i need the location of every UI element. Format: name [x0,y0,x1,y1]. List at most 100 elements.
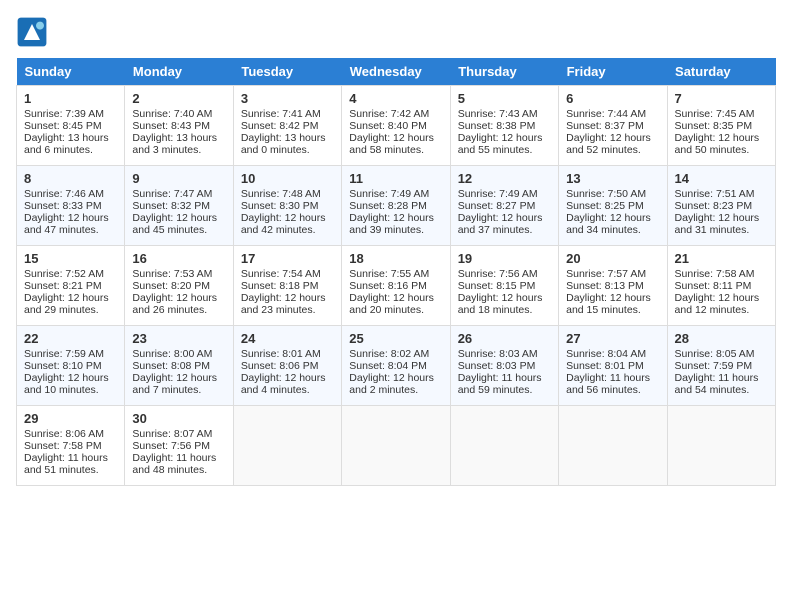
daylight-text: Daylight: 12 hours and 4 minutes. [241,372,326,396]
calendar-cell: 9 Sunrise: 7:47 AMSunset: 8:32 PMDaylight… [125,166,233,246]
sunrise-text: Sunrise: 7:47 AM [132,188,212,200]
calendar-cell: 25Sunrise: 8:02 AMSunset: 8:04 PMDayligh… [342,326,450,406]
calendar-cell [559,406,667,486]
sunset-text: Sunset: 8:23 PM [675,200,753,212]
calendar-cell: 8Sunrise: 7:46 AMSunset: 8:33 PMDaylight… [17,166,125,246]
day-number: 9 [132,171,225,186]
sunset-text: Sunset: 8:01 PM [566,360,644,372]
day-number: 1 [24,91,117,106]
col-wednesday: Wednesday [342,58,450,86]
daylight-text: Daylight: 13 hours and 6 minutes. [24,132,109,156]
sunset-text: Sunset: 8:13 PM [566,280,644,292]
calendar-cell: 15 Sunrise: 7:52 AMSunset: 8:21 PMDayligh… [17,246,125,326]
sunrise-text: Sunrise: 7:44 AM [566,108,646,120]
daylight-text: Daylight: 12 hours and 18 minutes. [458,292,543,316]
daylight-text: Daylight: 11 hours and 59 minutes. [458,372,542,396]
day-number: 10 [241,171,334,186]
sunrise-text: Sunrise: 7:39 AM [24,108,104,120]
daylight-text: Daylight: 12 hours and 45 minutes. [132,212,217,236]
sunrise-text: Sunrise: 8:06 AM [24,428,104,440]
calendar-cell: 13 Sunrise: 7:50 AMSunset: 8:25 PMDayligh… [559,166,667,246]
calendar-cell: 29Sunrise: 8:06 AMSunset: 7:58 PMDayligh… [17,406,125,486]
sunset-text: Sunset: 8:18 PM [241,280,319,292]
day-number: 5 [458,91,551,106]
daylight-text: Daylight: 12 hours and 34 minutes. [566,212,651,236]
sunset-text: Sunset: 8:16 PM [349,280,427,292]
sunrise-text: Sunrise: 7:57 AM [566,268,646,280]
sunrise-text: Sunrise: 7:46 AM [24,188,104,200]
col-sunday: Sunday [17,58,125,86]
calendar-cell: 6 Sunrise: 7:44 AMSunset: 8:37 PMDaylight… [559,86,667,166]
sunrise-text: Sunrise: 8:05 AM [675,348,755,360]
day-number: 20 [566,251,659,266]
daylight-text: Daylight: 12 hours and 55 minutes. [458,132,543,156]
col-tuesday: Tuesday [233,58,341,86]
day-number: 7 [675,91,768,106]
calendar-cell: 7Sunrise: 7:45 AMSunset: 8:35 PMDaylight… [667,86,775,166]
sunset-text: Sunset: 8:03 PM [458,360,536,372]
daylight-text: Daylight: 12 hours and 20 minutes. [349,292,434,316]
sunrise-text: Sunrise: 8:00 AM [132,348,212,360]
col-saturday: Saturday [667,58,775,86]
sunset-text: Sunset: 8:30 PM [241,200,319,212]
sunset-text: Sunset: 8:45 PM [24,120,102,132]
sunrise-text: Sunrise: 7:41 AM [241,108,321,120]
calendar-cell [450,406,558,486]
day-number: 15 [24,251,117,266]
calendar-cell: 26Sunrise: 8:03 AMSunset: 8:03 PMDayligh… [450,326,558,406]
sunrise-text: Sunrise: 7:50 AM [566,188,646,200]
calendar-cell [342,406,450,486]
calendar-cell: 20Sunrise: 7:57 AMSunset: 8:13 PMDayligh… [559,246,667,326]
sunrise-text: Sunrise: 7:55 AM [349,268,429,280]
daylight-text: Daylight: 12 hours and 23 minutes. [241,292,326,316]
day-number: 24 [241,331,334,346]
sunset-text: Sunset: 8:38 PM [458,120,536,132]
daylight-text: Daylight: 12 hours and 52 minutes. [566,132,651,156]
calendar-cell: 23Sunrise: 8:00 AMSunset: 8:08 PMDayligh… [125,326,233,406]
sunrise-text: Sunrise: 8:02 AM [349,348,429,360]
daylight-text: Daylight: 12 hours and 58 minutes. [349,132,434,156]
calendar-cell: 4Sunrise: 7:42 AMSunset: 8:40 PMDaylight… [342,86,450,166]
day-number: 22 [24,331,117,346]
sunset-text: Sunset: 8:11 PM [675,280,752,292]
sunrise-text: Sunrise: 7:40 AM [132,108,212,120]
day-number: 18 [349,251,442,266]
day-number: 21 [675,251,768,266]
sunrise-text: Sunrise: 7:42 AM [349,108,429,120]
sunset-text: Sunset: 8:21 PM [24,280,102,292]
sunset-text: Sunset: 8:04 PM [349,360,427,372]
daylight-text: Daylight: 12 hours and 2 minutes. [349,372,434,396]
sunrise-text: Sunrise: 7:49 AM [349,188,429,200]
sunset-text: Sunset: 8:32 PM [132,200,210,212]
daylight-text: Daylight: 12 hours and 10 minutes. [24,372,109,396]
day-number: 13 [566,171,659,186]
col-friday: Friday [559,58,667,86]
daylight-text: Daylight: 11 hours and 48 minutes. [132,452,216,476]
sunset-text: Sunset: 8:37 PM [566,120,644,132]
calendar-cell: 14Sunrise: 7:51 AMSunset: 8:23 PMDayligh… [667,166,775,246]
daylight-text: Daylight: 12 hours and 37 minutes. [458,212,543,236]
daylight-text: Daylight: 12 hours and 29 minutes. [24,292,109,316]
sunrise-text: Sunrise: 7:59 AM [24,348,104,360]
calendar-cell: 19Sunrise: 7:56 AMSunset: 8:15 PMDayligh… [450,246,558,326]
daylight-text: Daylight: 12 hours and 47 minutes. [24,212,109,236]
calendar-cell: 1 Sunrise: 7:39 AMSunset: 8:45 PMDaylight… [17,86,125,166]
daylight-text: Daylight: 12 hours and 31 minutes. [675,212,760,236]
sunrise-text: Sunrise: 7:52 AM [24,268,104,280]
calendar-cell: 18 Sunrise: 7:55 AMSunset: 8:16 PMDayligh… [342,246,450,326]
page-header [16,16,776,48]
day-number: 6 [566,91,659,106]
calendar-cell: 3Sunrise: 7:41 AMSunset: 8:42 PMDaylight… [233,86,341,166]
sunrise-text: Sunrise: 7:56 AM [458,268,538,280]
calendar-cell: 27Sunrise: 8:04 AMSunset: 8:01 PMDayligh… [559,326,667,406]
sunset-text: Sunset: 8:25 PM [566,200,644,212]
day-number: 30 [132,411,225,426]
sunset-text: Sunset: 8:08 PM [132,360,210,372]
day-number: 17 [241,251,334,266]
calendar-cell [667,406,775,486]
calendar-cell: 24Sunrise: 8:01 AMSunset: 8:06 PMDayligh… [233,326,341,406]
calendar-cell: 16Sunrise: 7:53 AMSunset: 8:20 PMDayligh… [125,246,233,326]
calendar-cell [233,406,341,486]
daylight-text: Daylight: 12 hours and 26 minutes. [132,292,217,316]
col-thursday: Thursday [450,58,558,86]
